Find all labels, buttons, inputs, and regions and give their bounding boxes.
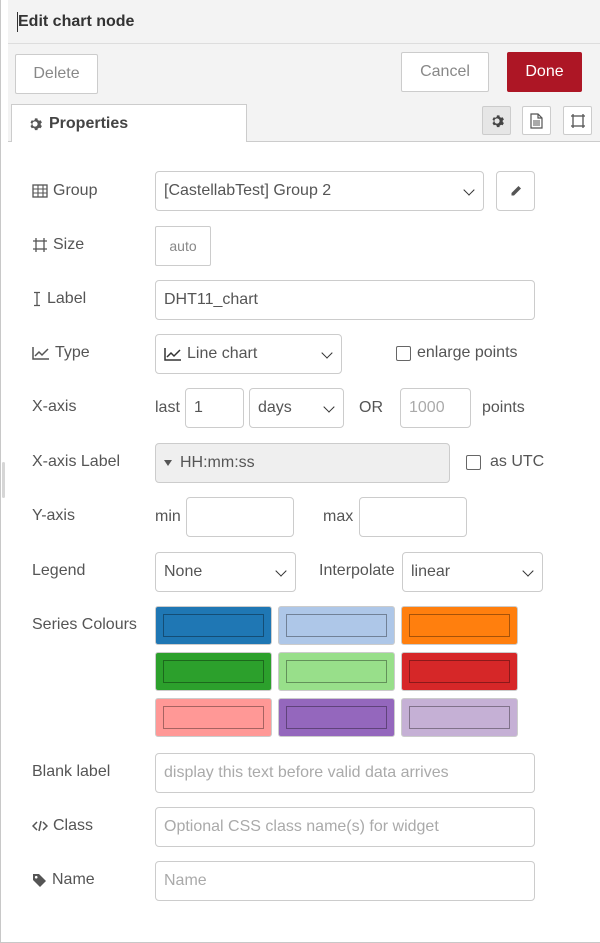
xaxis-label-label: X-axis Label [32, 453, 121, 470]
swatch-inner [286, 614, 387, 637]
size-button[interactable]: auto [155, 226, 211, 266]
swatch-inner [286, 706, 387, 729]
xaxis-points-input[interactable]: 1000 [400, 388, 471, 428]
caret-down-icon [164, 460, 172, 466]
class-input[interactable]: Optional CSS class name(s) for widget [155, 807, 535, 847]
series-colour-swatch[interactable] [401, 606, 518, 645]
legend-select[interactable]: None [155, 552, 296, 592]
code-icon [32, 819, 48, 833]
yaxis-max-label: max [323, 508, 354, 525]
interpolate-label: Interpolate [319, 562, 395, 579]
dialog-toolbar: Delete Cancel Done [8, 44, 600, 100]
gear-icon [490, 114, 504, 128]
blank-label-input[interactable]: display this text before valid data arri… [155, 753, 535, 793]
group-select[interactable]: [CastellabTest] Group 2 [155, 171, 484, 211]
enlarge-points-label: enlarge points [417, 344, 518, 361]
edit-group-button[interactable] [496, 171, 535, 211]
swatch-inner [163, 660, 264, 683]
series-colour-swatch[interactable] [155, 652, 272, 691]
xaxis-last-label: last [155, 399, 180, 416]
xaxis-points-label: points [482, 399, 525, 416]
type-select[interactable]: Line chart [155, 334, 342, 374]
series-colour-swatch[interactable] [278, 652, 395, 691]
swatch-inner [409, 706, 510, 729]
swatch-inner [409, 660, 510, 683]
dialog-title: Edit chart node [18, 13, 135, 30]
frame-icon [570, 113, 586, 129]
swatch-inner [163, 706, 264, 729]
pencil-icon [510, 185, 522, 197]
blank-label-label: Blank label [32, 763, 111, 780]
yaxis-min-label: min [155, 508, 181, 525]
interpolate-select[interactable]: linear [402, 552, 543, 592]
label-input[interactable]: DHT11_chart [155, 280, 535, 320]
series-colour-swatch[interactable] [278, 606, 395, 645]
gear-icon [28, 117, 42, 131]
table-icon [32, 184, 48, 198]
title-bar: Edit chart node [8, 0, 600, 44]
label-label: Label [32, 287, 86, 311]
properties-form: Group [CastellabTest] Group 2 Size auto … [8, 142, 600, 942]
type-label: Type [32, 341, 90, 365]
series-colour-swatch[interactable] [401, 652, 518, 691]
xaxis-unit-select[interactable]: days [249, 388, 344, 428]
series-colour-swatch[interactable] [401, 698, 518, 737]
series-colour-swatch[interactable] [155, 606, 272, 645]
tab-settings[interactable] [482, 106, 511, 135]
enlarge-points-checkbox[interactable] [396, 346, 411, 361]
tag-icon [32, 873, 47, 888]
as-utc-checkbox[interactable] [466, 455, 481, 470]
name-input[interactable]: Name [155, 861, 535, 901]
resize-handle[interactable] [2, 462, 5, 498]
series-colour-swatch[interactable] [155, 698, 272, 737]
cancel-button[interactable]: Cancel [401, 52, 489, 92]
line-chart-icon [32, 346, 50, 360]
series-colour-swatch[interactable] [278, 698, 395, 737]
yaxis-label: Y-axis [32, 507, 75, 524]
xaxis-or-label: OR [359, 399, 383, 416]
class-label: Class [32, 814, 93, 838]
delete-button[interactable]: Delete [15, 54, 98, 94]
swatch-inner [286, 660, 387, 683]
xaxis-label: X-axis [32, 398, 77, 415]
text-cursor-icon [32, 291, 42, 307]
tab-properties-label: Properties [49, 114, 129, 132]
xaxis-last-input[interactable]: 1 [185, 388, 244, 428]
swatch-inner [163, 614, 264, 637]
xaxis-format-select[interactable]: HH:mm:ss [155, 443, 450, 483]
series-colours-label: Series Colours [32, 616, 137, 633]
tab-bar: Properties [8, 100, 600, 143]
line-chart-icon [164, 347, 182, 361]
resize-icon [32, 237, 48, 253]
tab-description[interactable] [522, 106, 551, 135]
tab-properties[interactable]: Properties [11, 104, 247, 143]
yaxis-min-input[interactable] [186, 497, 294, 537]
done-button[interactable]: Done [507, 52, 582, 92]
size-label: Size [32, 233, 84, 257]
name-label: Name [32, 868, 95, 892]
yaxis-max-input[interactable] [359, 497, 467, 537]
legend-label: Legend [32, 562, 86, 579]
group-label: Group [32, 179, 97, 203]
swatch-inner [409, 614, 510, 637]
document-icon [530, 112, 543, 129]
as-utc-label: as UTC [490, 453, 545, 470]
tab-appearance[interactable] [563, 106, 592, 135]
